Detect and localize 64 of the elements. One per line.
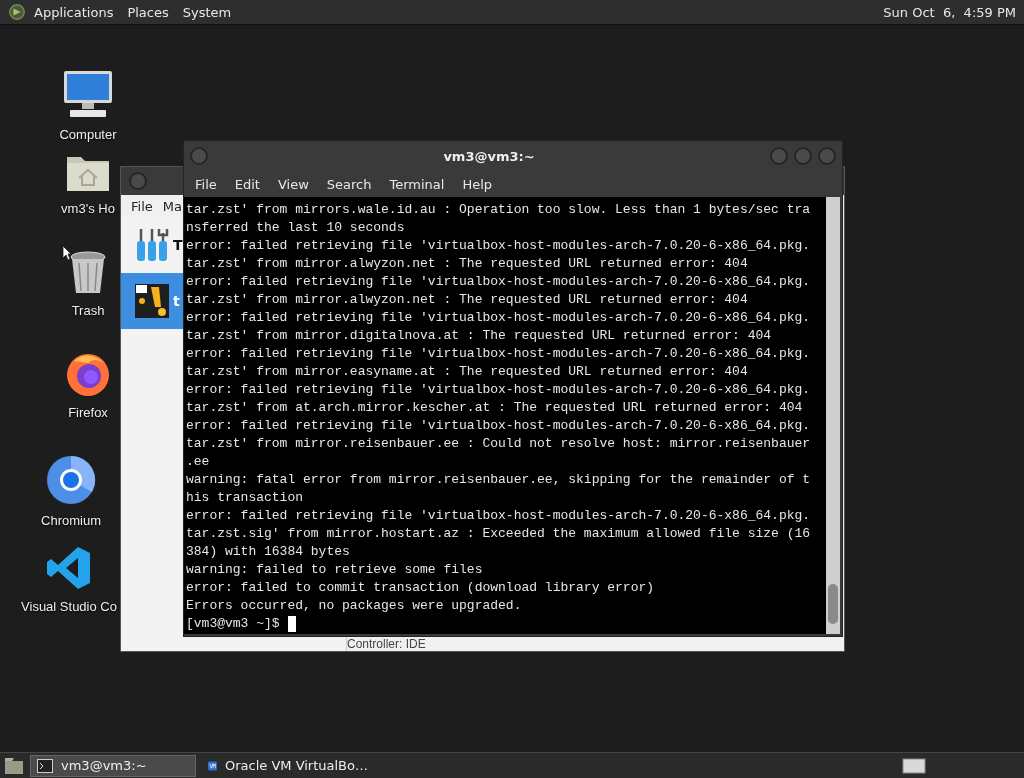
desktop-icon-label[interactable]: vm3's Ho	[61, 201, 115, 216]
menu-item[interactable]: Search	[317, 174, 381, 194]
clock[interactable]: Sun Oct 6, 4:59 PM	[883, 4, 1016, 20]
menu-item[interactable]: Edit	[225, 174, 269, 194]
terminal-output-line: tar.zst.sig' from mirror.hostart.az : Exceeded the maximum allowed file size (16	[186, 525, 812, 543]
terminal-output-line: tar.zst' from mirror.reisenbauer.ee : Could not resolve host: mirror.reisenbauer	[186, 435, 812, 453]
terminal-output-line: error: failed retrieving file 'virtualbox-host-modules-arch-7.0.20-6-x86_64.pkg.	[186, 237, 812, 255]
terminal-icon	[37, 758, 53, 773]
terminal-output-line: error: failed retrieving file 'virtualbox-host-modules-arch-7.0.20-6-x86_64.pkg.	[186, 345, 812, 363]
terminal-output-line: tar.zst' from at.arch.mirror.kescher.at : The requested URL returned error: 404	[186, 399, 804, 417]
menu-item[interactable]: Help	[453, 174, 502, 194]
terminal-output-line: error: failed retrieving file 'virtualbox-host-modules-arch-7.0.20-6-x86_64.pkg.	[186, 417, 812, 435]
firefox-icon[interactable]	[64, 351, 112, 397]
terminal-output-line: Errors occurred, no packages were upgraded.	[186, 597, 523, 615]
panel-menu[interactable]: Places	[127, 4, 169, 20]
tools-icon	[135, 227, 169, 263]
taskbar-button[interactable]: vm3@vm3:~	[30, 754, 196, 777]
terminal-output-line: 384) with 16384 bytes	[186, 543, 351, 561]
chromium-icon[interactable]	[46, 455, 96, 505]
scrollbar[interactable]	[826, 197, 840, 634]
terminal-output-line: warning: fatal error from mirror.reisenbauer.ee, skipping for the remainder of t	[186, 471, 812, 489]
trash-icon[interactable]	[69, 251, 107, 295]
distro-logo-icon[interactable]	[8, 3, 26, 21]
terminal-output-line: tar.zst' from mirror.easyname.at : The requested URL returned error: 404	[186, 363, 749, 381]
taskbar-button[interactable]: Oracle VM VirtualBo…	[202, 754, 368, 777]
desktop-icon-label[interactable]: Visual Studio Co	[21, 599, 117, 614]
terminal-output-line: tar.zst' from mirror.alwyzon.net : The requested URL returned error: 404	[186, 255, 749, 273]
terminal-output-line: nsferred the last 10 seconds	[186, 219, 406, 237]
workspace-switcher-icon[interactable]	[902, 757, 926, 774]
terminal-output-line: error: failed retrieving file 'virtualbox-host-modules-arch-7.0.20-6-x86_64.pkg.	[186, 309, 812, 327]
machine-name: t	[173, 293, 180, 309]
menu-item[interactable]: Terminal	[380, 174, 454, 194]
menu-item[interactable]: Ma	[162, 198, 182, 214]
desktop-icon-label[interactable]: Firefox	[68, 405, 108, 420]
terminal-output-line: error: failed retrieving file 'virtualbox-host-modules-arch-7.0.20-6-x86_64.pkg.	[186, 381, 812, 399]
scrollbar-thumb[interactable]	[828, 584, 838, 624]
mouse-pointer-icon	[62, 245, 72, 261]
terminal-output-line: tar.zst' from mirror.digitalnova.at : The requested URL returned error: 404	[186, 327, 773, 345]
virtual-machine-icon	[135, 284, 169, 318]
terminal-output-line: error: failed retrieving file 'virtualbox-host-modules-arch-7.0.20-6-x86_64.pkg.	[186, 273, 812, 291]
menu-item[interactable]: File	[186, 174, 226, 194]
terminal-output-line: tar.zst' from mirrors.wale.id.au : Operation too slow. Less than 1 bytes/sec tra	[186, 201, 812, 219]
terminal-output-line: warning: failed to retrieve some files	[186, 561, 484, 579]
text-cursor	[287, 616, 296, 632]
terminal-output-line: .ee	[186, 453, 211, 471]
terminal-output-line: error: failed retrieving file 'virtualbox-host-modules-arch-7.0.20-6-x86_64.pkg.	[186, 507, 812, 525]
shell-prompt: [vm3@vm3 ~]$	[186, 615, 280, 633]
code-editor-icon[interactable]	[46, 545, 92, 591]
machine-name: T	[173, 237, 183, 253]
panel-menu[interactable]: Applications	[34, 4, 114, 20]
terminal-output-line: his transaction	[186, 489, 305, 507]
menu-item[interactable]: View	[268, 174, 318, 194]
terminal-output-line: tar.zst' from mirror.alwyzon.net : The requested URL returned error: 404	[186, 291, 749, 309]
show-desktop-icon[interactable]	[4, 756, 24, 775]
computer-icon[interactable]	[62, 69, 114, 119]
desktop-icon-label[interactable]: Trash	[71, 303, 105, 318]
machine-list-item[interactable]: T	[121, 217, 183, 273]
window-title: vm3@vm3:~	[442, 148, 536, 164]
terminal-output-line: error: failed to commit transaction (download library error)	[186, 579, 656, 597]
desktop-icon-label[interactable]: Computer	[59, 127, 117, 142]
detail-text: Controller: IDE	[347, 637, 426, 651]
menu-item[interactable]: File	[131, 198, 153, 214]
panel-menu[interactable]: System	[182, 4, 232, 20]
desktop-icon-label[interactable]: Chromium	[41, 513, 101, 528]
